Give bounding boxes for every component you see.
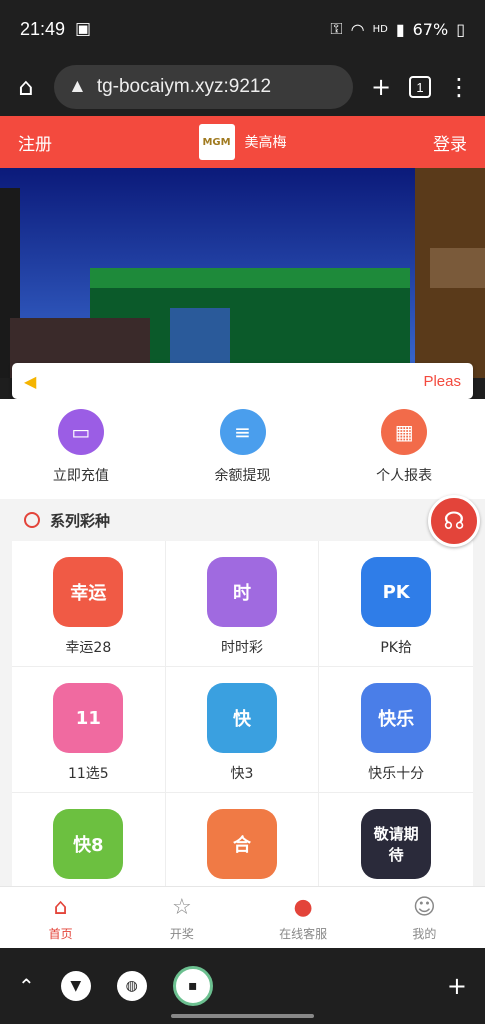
more-menu-icon[interactable]: ⋮: [445, 73, 473, 101]
register-link[interactable]: 注册: [18, 130, 52, 155]
game-item[interactable]: 敬请期待: [319, 793, 473, 886]
bottom-tab-bar: ⌂ 首页 ☆ 开奖 ● 在线客服 ☺ 我的: [0, 886, 485, 948]
calendar-icon: ▦: [381, 409, 428, 455]
chevron-up-icon[interactable]: ⌃: [18, 974, 35, 998]
login-link[interactable]: 登录: [433, 130, 467, 155]
customer-service-button[interactable]: ☊: [428, 495, 480, 547]
game-item[interactable]: 时时时彩: [165, 541, 320, 667]
k3-icon: 快: [206, 683, 277, 753]
kuai8-icon: 快8: [53, 809, 124, 879]
banner-image: [0, 168, 485, 378]
game-item[interactable]: 合: [166, 793, 320, 886]
status-time: 21:49: [20, 18, 66, 39]
pk10-icon: PK: [361, 557, 432, 627]
key-icon: ⚿: [330, 19, 343, 38]
withdraw-button[interactable]: ≡ 余额提现: [162, 399, 324, 499]
hd-label: HD: [372, 23, 388, 35]
withdraw-icon: ≡: [219, 409, 266, 455]
image-icon: ▣: [75, 19, 92, 39]
tab-home[interactable]: ⌂ 首页: [0, 887, 121, 948]
url-text[interactable]: tg-bocaiym.xyz:9212: [97, 76, 271, 98]
url-bar[interactable]: ▲ tg-bocaiym.xyz:9212: [54, 65, 353, 109]
warning-icon[interactable]: ▲: [68, 76, 87, 98]
new-tab-button[interactable]: +: [367, 73, 395, 101]
tab-switcher-button[interactable]: 1: [409, 76, 431, 98]
11x5-icon: 11: [53, 683, 124, 753]
app-header: 注册 MGM 美高梅 登录: [0, 116, 485, 168]
coming-soon-icon: 敬请期待: [361, 809, 432, 879]
badge-icon: ☆: [172, 895, 192, 920]
he-icon: 合: [206, 809, 277, 879]
bell-icon: ●: [293, 895, 313, 920]
user-icon: ☺: [412, 895, 436, 920]
section-title: 系列彩种: [0, 499, 485, 541]
brand-logo: MGM: [198, 124, 235, 160]
home-icon[interactable]: ⌂: [12, 73, 40, 101]
tab-service[interactable]: ● 在线客服: [243, 887, 364, 948]
hero-banner[interactable]: [0, 168, 485, 378]
brand-name: 美高梅: [244, 135, 287, 151]
tab-mine[interactable]: ☺ 我的: [364, 887, 485, 948]
ring-icon: [24, 512, 40, 528]
headset-icon: ☊: [443, 507, 465, 535]
recharge-button[interactable]: ▭ 立即充值: [0, 399, 162, 499]
game-grid: 幸运 幸运28 时时时彩 PK PK拾 11 11选5 快快3 快乐 快乐十分 快8 合…: [12, 541, 473, 886]
wallet-icon: ▭: [57, 409, 104, 455]
speaker-icon: ◀: [24, 371, 37, 391]
klsf-icon: 快乐: [361, 683, 432, 753]
battery-icon: ▯: [456, 19, 465, 39]
game-item[interactable]: 11 11选5: [12, 667, 166, 793]
home-icon: ⌂: [53, 895, 68, 920]
globe-tab-icon[interactable]: ◍: [116, 971, 147, 1001]
game-item[interactable]: 快8: [12, 793, 166, 886]
status-bar: 21:49 ▣ ⚿ ◠ HD ▮ 67% ▯: [0, 0, 485, 58]
game-item[interactable]: PK PK拾: [319, 541, 473, 667]
signal-icon: ▮: [395, 19, 405, 39]
announcement-bar[interactable]: ◀ Pleas: [12, 363, 473, 399]
ssc-icon: 时: [206, 557, 277, 627]
announcement-text: Pleas: [423, 372, 461, 390]
wifi-icon: ◠: [350, 19, 365, 39]
browser-toolbar: ⌂ ▲ tg-bocaiym.xyz:9212 + 1 ⋮: [0, 58, 485, 116]
game-item[interactable]: 快快3: [165, 667, 320, 793]
browser-bottom-bar: ⌃ ▼ ◍ ▪ +: [0, 948, 485, 1024]
add-tab-icon[interactable]: +: [447, 972, 467, 1000]
report-button[interactable]: ▦ 个人报表: [323, 399, 485, 499]
tab-draw[interactable]: ☆ 开奖: [121, 887, 242, 948]
vue-tab-icon[interactable]: ▼: [60, 971, 91, 1001]
game-item[interactable]: 幸运 幸运28: [12, 541, 166, 667]
gesture-bar: [171, 1014, 314, 1018]
game-item[interactable]: 快乐 快乐十分: [319, 667, 473, 793]
current-tab-icon[interactable]: ▪: [172, 966, 213, 1006]
quick-actions: ▭ 立即充值 ≡ 余额提现 ▦ 个人报表: [0, 399, 485, 499]
main-content: ▭ 立即充值 ≡ 余额提现 ▦ 个人报表 系列彩种 幸运 幸运28 时时时彩 PK…: [0, 399, 485, 886]
battery-text: 67%: [412, 19, 449, 39]
lucky28-icon: 幸运: [53, 557, 124, 627]
